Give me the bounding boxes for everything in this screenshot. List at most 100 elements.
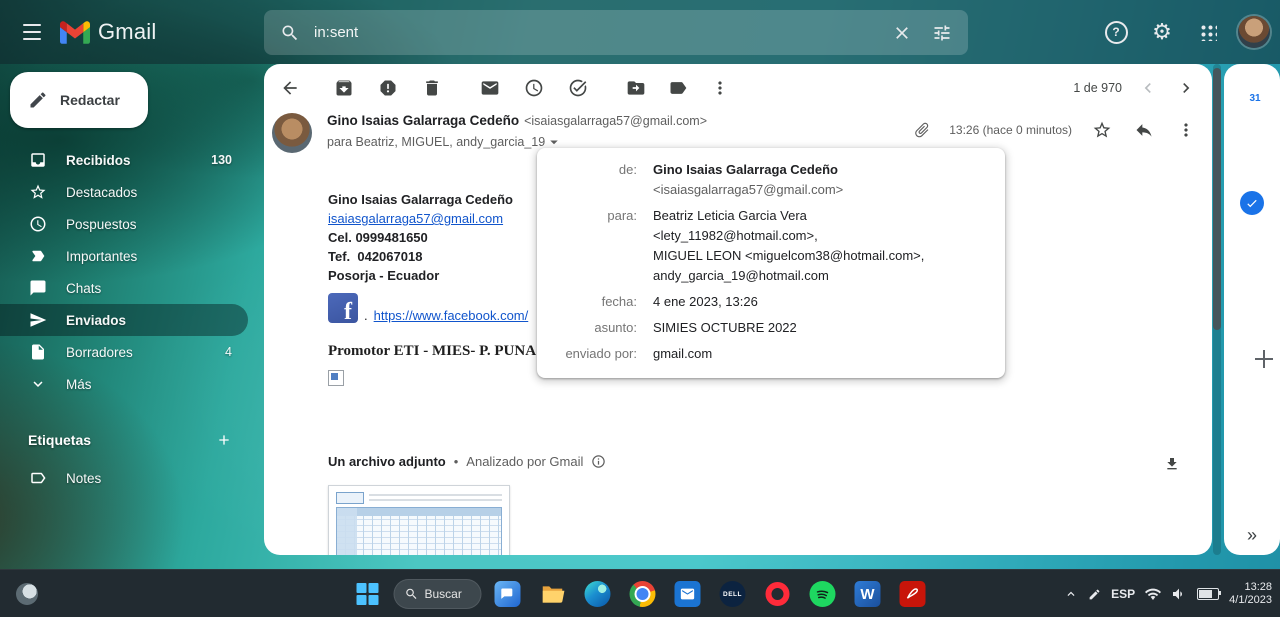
more-options-icon[interactable] xyxy=(708,76,732,100)
wifi-icon[interactable] xyxy=(1145,586,1161,602)
gmail-logo[interactable]: Gmail xyxy=(60,19,180,45)
older-chevron-icon[interactable] xyxy=(1174,76,1198,100)
gmail-logo-text: Gmail xyxy=(98,19,156,45)
sidebar-item-starred[interactable]: Destacados xyxy=(0,176,248,208)
volume-icon[interactable] xyxy=(1171,586,1187,602)
doc-header-lines xyxy=(369,494,502,502)
sidebar-item-important[interactable]: Importantes xyxy=(0,240,248,272)
details-from-name: Gino Isaias Galarraga Cedeño xyxy=(653,160,991,180)
star-message-icon[interactable] xyxy=(1090,118,1114,142)
download-attachments-icon[interactable] xyxy=(1158,450,1186,478)
taskbar-search[interactable]: Buscar xyxy=(394,579,482,609)
mail-app-icon[interactable] xyxy=(669,574,707,614)
details-date: 4 ene 2023, 13:26 xyxy=(653,292,991,312)
calendar-icon[interactable]: 31 xyxy=(1240,81,1264,105)
file-explorer-icon[interactable] xyxy=(534,574,572,614)
system-tray: ESP 13:28 4/1/2023 xyxy=(1064,570,1272,617)
tasks-icon[interactable] xyxy=(1240,191,1264,215)
signature-tef: Tef. 042067018 xyxy=(328,247,536,266)
keep-icon[interactable] xyxy=(1240,136,1264,160)
profile-avatar[interactable] xyxy=(1238,16,1270,48)
tray-chevron-up-icon[interactable] xyxy=(1064,587,1078,601)
details-to-line: andy_garcia_19@hotmail.com xyxy=(653,266,991,286)
attachment-bar: Un archivo adjunto • Analizado por Gmail xyxy=(328,454,606,469)
tray-pen-icon[interactable] xyxy=(1088,588,1101,601)
sidebar-item-more[interactable]: Más xyxy=(0,368,248,400)
start-button[interactable] xyxy=(349,574,387,614)
contacts-icon[interactable] xyxy=(1240,246,1264,270)
sender-email: <isaiasgalarraga57@gmail.com> xyxy=(524,114,707,128)
chrome-browser-icon[interactable] xyxy=(624,574,662,614)
back-arrow-icon[interactable] xyxy=(278,76,302,100)
message-more-icon[interactable] xyxy=(1174,118,1198,142)
compose-label: Redactar xyxy=(60,92,120,108)
mark-unread-icon[interactable] xyxy=(478,76,502,100)
signature-name: Gino Isaias Galarraga Cedeño xyxy=(328,190,536,209)
sender-avatar[interactable] xyxy=(272,113,312,153)
report-spam-icon[interactable] xyxy=(376,76,400,100)
add-label-icon[interactable] xyxy=(210,426,238,454)
search-icon[interactable] xyxy=(270,13,310,53)
broken-image-icon xyxy=(328,370,344,386)
sidebar-label-notes[interactable]: Notes xyxy=(0,462,248,494)
sidebar-item-label: Destacados xyxy=(66,185,137,200)
send-icon xyxy=(28,310,48,330)
taskbar-clock[interactable]: 13:28 4/1/2023 xyxy=(1229,581,1272,607)
chat-app-icon[interactable] xyxy=(489,574,527,614)
sidebar-item-sent[interactable]: Enviados xyxy=(0,304,248,336)
settings-gear-icon[interactable] xyxy=(1142,12,1182,52)
search-filter-icon[interactable] xyxy=(922,13,962,53)
content-scrollbar-thumb[interactable] xyxy=(1213,68,1221,330)
clear-search-icon[interactable] xyxy=(882,13,922,53)
facebook-icon[interactable] xyxy=(328,293,358,323)
facebook-separator: . xyxy=(364,308,368,323)
newer-chevron-icon[interactable] xyxy=(1136,76,1160,100)
main-menu-icon[interactable] xyxy=(8,8,56,56)
reply-icon[interactable] xyxy=(1132,118,1156,142)
details-to-line: <lety_11982@hotmail.com>, xyxy=(653,226,991,246)
taskbar-weather-icon[interactable] xyxy=(16,583,38,605)
sidebar-label-text: Notes xyxy=(66,471,101,486)
help-icon[interactable] xyxy=(1096,12,1136,52)
opera-browser-icon[interactable] xyxy=(759,574,797,614)
sidebar-item-chats[interactable]: Chats xyxy=(0,272,248,304)
attachment-thumbnail[interactable] xyxy=(328,485,510,555)
dell-app-icon[interactable]: DELL xyxy=(714,574,752,614)
google-apps-grid-icon[interactable] xyxy=(1188,12,1228,52)
battery-icon[interactable] xyxy=(1197,588,1219,600)
get-addons-plus-icon[interactable] xyxy=(1243,338,1267,362)
chat-icon xyxy=(28,278,48,298)
hide-side-panel-chevron-icon[interactable] xyxy=(1240,523,1264,547)
clock-icon xyxy=(28,214,48,234)
delete-icon[interactable] xyxy=(420,76,444,100)
signature-email-link[interactable]: isaiasgalarraga57@gmail.com xyxy=(328,211,503,226)
language-indicator[interactable]: ESP xyxy=(1111,587,1135,601)
sidebar-item-label: Recibidos xyxy=(66,153,131,168)
sidebar-item-label: Pospuestos xyxy=(66,217,137,232)
attachment-paperclip-icon xyxy=(910,117,935,142)
archive-icon[interactable] xyxy=(332,76,356,100)
facebook-link[interactable]: https://www.facebook.com/ xyxy=(374,308,529,323)
search-input[interactable] xyxy=(310,24,882,41)
labels-section-header: Etiquetas xyxy=(0,424,248,456)
recipients-summary: para Beatriz, MIGUEL, andy_garcia_19 xyxy=(327,135,545,149)
search-bar[interactable] xyxy=(264,10,968,55)
details-from-email: <isaiasgalarraga57@gmail.com> xyxy=(653,180,991,200)
spotify-icon[interactable] xyxy=(804,574,842,614)
sidebar-item-inbox[interactable]: Recibidos 130 xyxy=(0,144,248,176)
labels-header-title: Etiquetas xyxy=(28,432,91,448)
compose-button[interactable]: Redactar xyxy=(10,72,148,128)
labels-icon[interactable] xyxy=(666,76,690,100)
add-to-tasks-icon[interactable] xyxy=(566,76,590,100)
word-icon[interactable] xyxy=(849,574,887,614)
snooze-icon[interactable] xyxy=(522,76,546,100)
sidebar-item-snoozed[interactable]: Pospuestos xyxy=(0,208,248,240)
message-body: Gino Isaias Galarraga Cedeño isaiasgalar… xyxy=(328,190,536,386)
edge-browser-icon[interactable] xyxy=(579,574,617,614)
sidebar-item-drafts[interactable]: Borradores 4 xyxy=(0,336,248,368)
move-to-folder-icon[interactable] xyxy=(624,76,648,100)
info-icon[interactable] xyxy=(591,454,606,469)
acrobat-icon[interactable] xyxy=(894,574,932,614)
content-scrollbar-track[interactable] xyxy=(1213,64,1221,555)
header-actions xyxy=(1096,0,1270,64)
